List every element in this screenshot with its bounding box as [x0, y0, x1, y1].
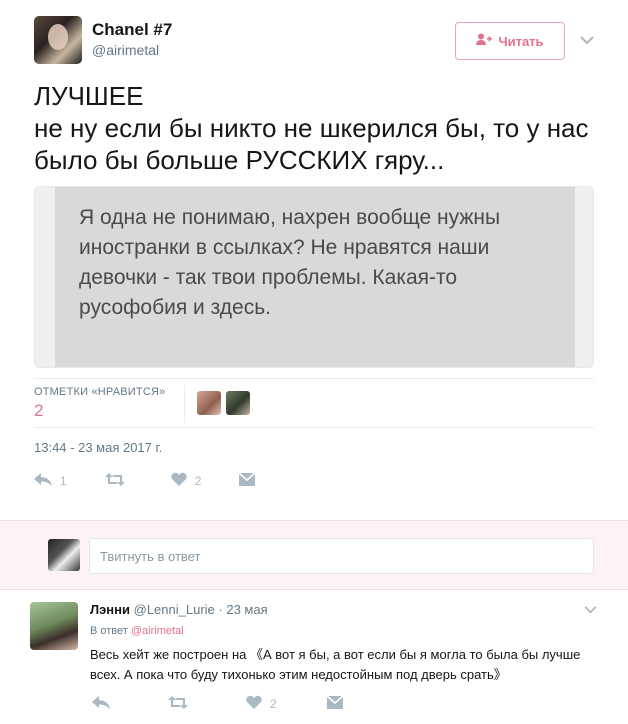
likes-label[interactable]: ОТМЕТКИ «НРАВИТСЯ» — [34, 386, 165, 398]
tweet-stats: ОТМЕТКИ «НРАВИТСЯ» 2 — [34, 378, 594, 428]
tweet-actions: 1 2 — [34, 470, 293, 492]
like-button[interactable]: 2 — [246, 694, 277, 714]
reply-icon — [92, 694, 110, 714]
dm-button[interactable] — [326, 694, 344, 714]
reply-actions: 2 — [92, 694, 393, 714]
dm-icon — [238, 471, 256, 491]
author-name[interactable]: Chanel #7 — [92, 20, 172, 40]
in-reply-mention[interactable]: @airimetal — [131, 625, 184, 637]
in-reply-prefix: В ответ — [90, 625, 128, 637]
liker-avatar[interactable] — [197, 391, 221, 415]
reply-button[interactable] — [92, 694, 118, 714]
like-count: 2 — [194, 474, 202, 488]
like-count: 2 — [270, 697, 277, 711]
reply-author-name[interactable]: Лэнни — [90, 602, 130, 617]
tweet: Chanel #7 @airimetal Читать ЛУЧШЕЕ не ну… — [0, 0, 628, 520]
follow-user-icon — [476, 33, 493, 49]
heart-icon — [170, 471, 187, 491]
reply-tweet[interactable]: Лэнни @Lenni_Lurie · 23 мая В ответ @air… — [0, 590, 628, 724]
dm-icon — [326, 694, 344, 714]
heart-icon — [246, 694, 262, 714]
reply-icon — [34, 471, 52, 491]
reply-button[interactable]: 1 — [34, 471, 67, 491]
attached-image[interactable]: Я одна не понимаю, нахрен вообще нужны и… — [34, 186, 594, 368]
chevron-down-icon[interactable] — [584, 602, 597, 617]
retweet-button[interactable] — [168, 694, 196, 714]
likes-count[interactable]: 2 — [34, 401, 43, 421]
divider — [184, 385, 185, 423]
retweet-icon — [104, 471, 125, 491]
follow-button[interactable]: Читать — [455, 22, 565, 60]
reply-header: Лэнни @Lenni_Lurie · 23 мая — [90, 602, 268, 617]
reply-count: 1 — [60, 474, 67, 488]
image-text: Я одна не понимаю, нахрен вообще нужны и… — [79, 206, 501, 319]
tweet-text: ЛУЧШЕЕ не ну если бы никто не шкерился б… — [34, 81, 589, 175]
reply-composer: Твитнуть в ответ — [0, 520, 628, 590]
tweet-timestamp[interactable]: 13:44 - 23 мая 2017 г. — [34, 440, 162, 455]
reply-author-avatar[interactable] — [30, 602, 78, 650]
reply-input[interactable]: Твитнуть в ответ — [89, 538, 594, 574]
in-reply-to: В ответ @airimetal — [90, 625, 184, 637]
liker-avatar[interactable] — [226, 391, 250, 415]
follow-label: Читать — [498, 33, 544, 49]
dm-button[interactable] — [238, 471, 256, 491]
reply-time[interactable]: · 23 мая — [218, 602, 267, 617]
retweet-button[interactable] — [104, 471, 133, 491]
author-avatar[interactable] — [34, 16, 82, 64]
chevron-down-icon[interactable] — [580, 32, 594, 48]
retweet-icon — [168, 694, 188, 714]
like-button[interactable]: 2 — [170, 471, 202, 491]
image-panel: Я одна не понимаю, нахрен вообще нужны и… — [55, 187, 575, 367]
reply-author-handle[interactable]: @Lenni_Lurie — [134, 602, 215, 617]
reply-text: Весь хейт же построен на 《А вот я бы, а … — [90, 647, 581, 682]
author-handle[interactable]: @airimetal — [92, 42, 159, 58]
current-user-avatar — [48, 539, 80, 571]
